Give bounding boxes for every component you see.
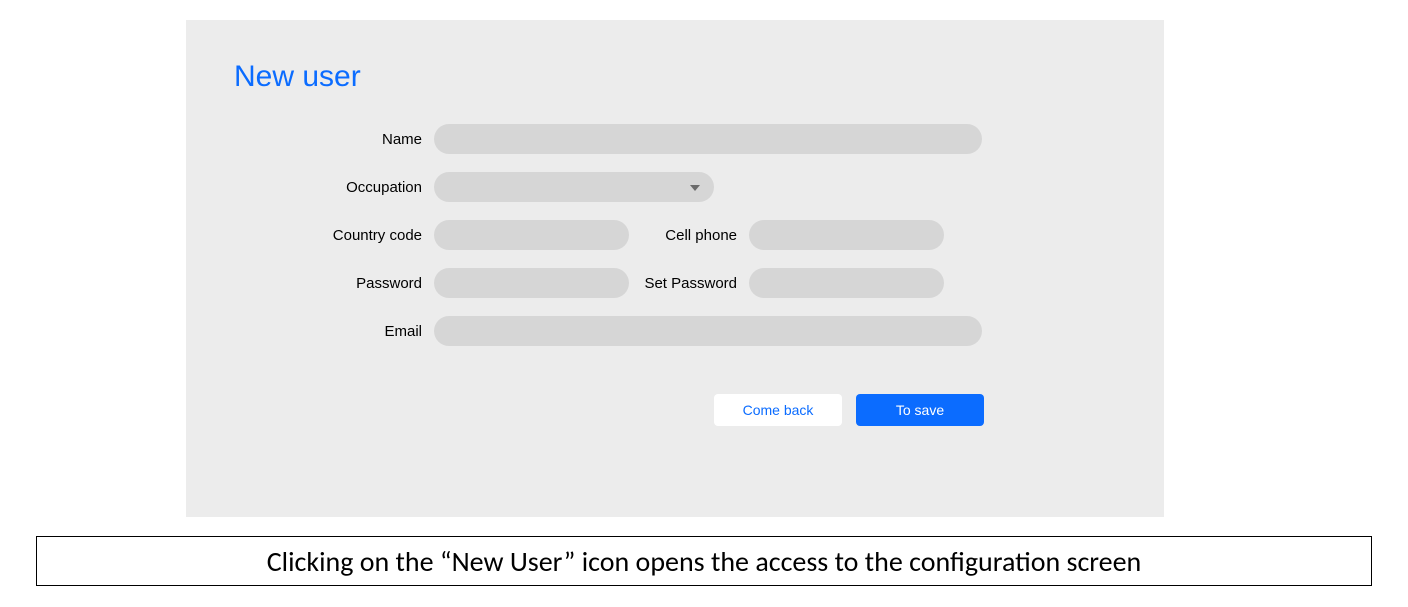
set-password-input[interactable] [749, 268, 944, 298]
row-password: Password Set Password [234, 268, 1116, 298]
occupation-select[interactable] [434, 172, 714, 202]
password-input[interactable] [434, 268, 629, 298]
occupation-input[interactable] [434, 172, 714, 202]
row-email: Email [234, 316, 1116, 346]
email-input[interactable] [434, 316, 982, 346]
label-name: Name [234, 131, 434, 148]
save-button[interactable]: To save [856, 394, 984, 426]
label-email: Email [234, 323, 434, 340]
panel-title: New user [234, 60, 1116, 94]
label-cell-phone: Cell phone [629, 227, 749, 244]
label-country-code: Country code [234, 227, 434, 244]
label-occupation: Occupation [234, 179, 434, 196]
label-set-password: Set Password [629, 275, 749, 292]
come-back-button[interactable]: Come back [714, 394, 842, 426]
row-occupation: Occupation [234, 172, 1116, 202]
row-phone: Country code Cell phone [234, 220, 1116, 250]
figure-caption: Clicking on the “New User” icon opens th… [36, 536, 1372, 586]
button-row: Come back To save [234, 394, 1116, 426]
country-code-input[interactable] [434, 220, 629, 250]
row-name: Name [234, 124, 1116, 154]
new-user-panel: New user Name Occupation Country code Ce… [186, 20, 1164, 517]
cell-phone-input[interactable] [749, 220, 944, 250]
label-password: Password [234, 275, 434, 292]
name-input[interactable] [434, 124, 982, 154]
